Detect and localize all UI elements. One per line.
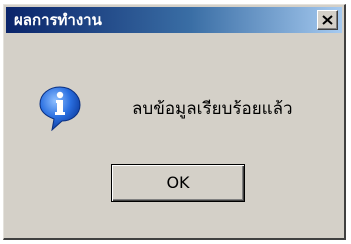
information-icon [39, 86, 81, 131]
dialog-title: ผลการทำงาน [14, 11, 102, 29]
message-dialog: ผลการทำงาน ลบข้อมูลเรียบร้อยแล้ว OK [3, 4, 346, 240]
title-bar[interactable]: ผลการทำงาน [6, 7, 342, 33]
close-button[interactable] [317, 10, 338, 30]
dialog-message: ลบข้อมูลเรียบร้อยแล้ว [132, 99, 293, 119]
close-icon [322, 15, 333, 25]
ok-button[interactable]: OK [111, 164, 245, 202]
